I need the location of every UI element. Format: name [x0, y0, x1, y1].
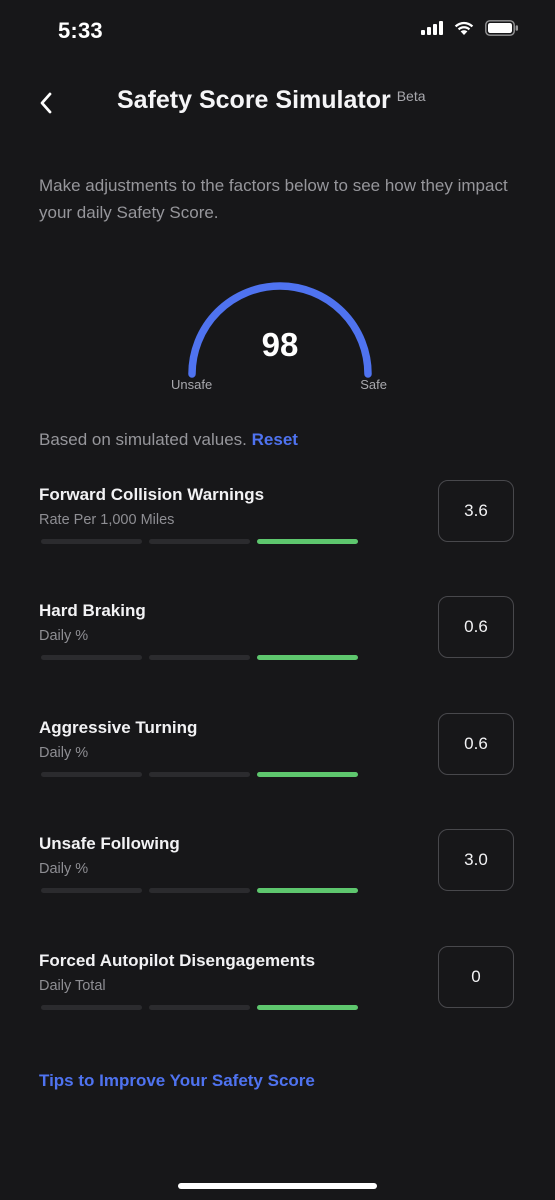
- factor-level-bar: [41, 888, 358, 893]
- simulation-note: Based on simulated values. Reset: [39, 430, 298, 450]
- factor-unit: Daily %: [39, 628, 89, 644]
- cellular-signal-icon: [421, 21, 443, 35]
- level-segment: [257, 655, 358, 660]
- factor-level-bar: [41, 539, 358, 544]
- home-indicator[interactable]: [178, 1183, 377, 1189]
- factor-value-input[interactable]: 0.6: [438, 596, 514, 658]
- level-segment: [257, 888, 358, 893]
- factor-name: Forward Collision Warnings: [39, 485, 265, 504]
- factor-unit: Rate Per 1,000 Miles: [39, 512, 175, 528]
- back-button[interactable]: [30, 84, 62, 122]
- level-segment: [149, 655, 250, 660]
- level-segment: [149, 888, 250, 893]
- factor-unit: Daily Total: [39, 978, 106, 994]
- level-segment: [149, 539, 250, 544]
- factor-forced-autopilot-disengagements: Forced Autopilot Disengagements Daily To…: [0, 946, 555, 1041]
- factor-level-bar: [41, 655, 358, 660]
- factor-name: Unsafe Following: [39, 834, 180, 853]
- level-segment: [41, 655, 142, 660]
- factor-value-input[interactable]: 3.6: [438, 480, 514, 542]
- beta-badge: Beta: [396, 88, 426, 104]
- chevron-left-icon: [40, 92, 52, 114]
- factor-unit: Daily %: [39, 745, 89, 761]
- status-bar: 5:33: [0, 0, 555, 64]
- reset-link[interactable]: Reset: [252, 430, 298, 449]
- factor-hard-braking: Hard Braking Daily % 0.6: [0, 596, 555, 691]
- factor-level-bar: [41, 1005, 358, 1010]
- title-wrap: Safety Score Simulator Beta: [117, 86, 426, 115]
- factor-name: Forced Autopilot Disengagements: [39, 951, 316, 970]
- gauge-max-label: Safe: [360, 377, 387, 392]
- factor-aggressive-turning: Aggressive Turning Daily % 0.6: [0, 713, 555, 808]
- level-segment: [41, 1005, 142, 1010]
- level-segment: [257, 772, 358, 777]
- level-segment: [149, 1005, 250, 1010]
- wifi-icon: [454, 21, 474, 35]
- factor-value-input[interactable]: 0: [438, 946, 514, 1008]
- factor-unit: Daily %: [39, 861, 89, 877]
- status-icons: [421, 20, 519, 36]
- battery-icon: [485, 20, 518, 36]
- factor-forward-collision-warnings: Forward Collision Warnings Rate Per 1,00…: [0, 480, 555, 575]
- safety-score-gauge: 98 Unsafe Safe: [165, 270, 395, 400]
- level-segment: [149, 772, 250, 777]
- factor-level-bar: [41, 772, 358, 777]
- status-time: 5:33: [58, 18, 103, 43]
- simulation-note-text: Based on simulated values.: [39, 430, 247, 449]
- description: Make adjustments to the factors below to…: [39, 176, 508, 222]
- factor-name: Hard Braking: [39, 601, 146, 620]
- header: Safety Score Simulator Beta: [0, 82, 555, 126]
- gauge-min-label: Unsafe: [171, 377, 213, 392]
- tips-link[interactable]: Tips to Improve Your Safety Score: [39, 1071, 315, 1091]
- factor-name: Aggressive Turning: [39, 718, 198, 737]
- factor-value-input[interactable]: 3.0: [438, 829, 514, 891]
- factor-value-input[interactable]: 0.6: [438, 713, 514, 775]
- level-segment: [41, 888, 142, 893]
- page-title: Safety Score Simulator: [117, 86, 391, 114]
- level-segment: [257, 1005, 358, 1010]
- level-segment: [41, 539, 142, 544]
- level-segment: [257, 539, 358, 544]
- factor-unsafe-following: Unsafe Following Daily % 3.0: [0, 829, 555, 924]
- level-segment: [41, 772, 142, 777]
- gauge-score: 98: [261, 326, 299, 363]
